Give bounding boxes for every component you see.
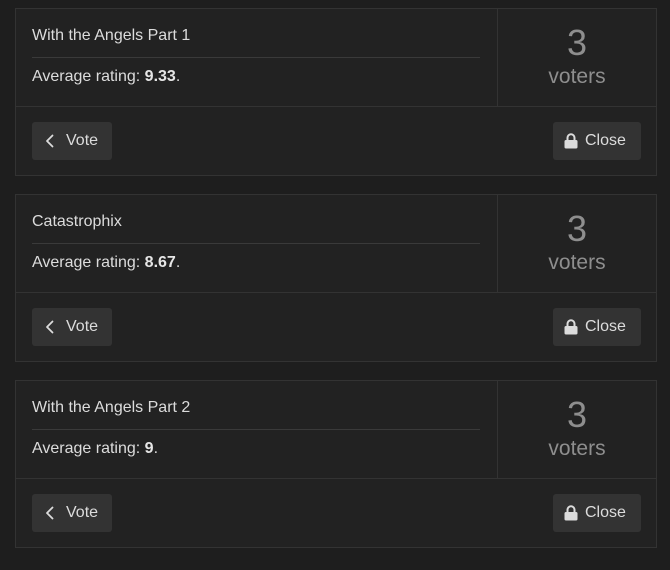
- rating-value: 9.33: [144, 68, 176, 85]
- rating-value: 8.67: [144, 254, 176, 271]
- voter-count-number: 3: [566, 22, 588, 63]
- poll-card: With the Angels Part 1 Average rating: 9…: [15, 8, 657, 176]
- voter-count-number: 3: [566, 208, 588, 249]
- poll-info: With the Angels Part 1 Average rating: 9…: [16, 9, 498, 106]
- poll-title: With the Angels Part 2: [32, 399, 480, 430]
- rating-suffix: .: [153, 440, 159, 457]
- rating-prefix: Average rating:: [32, 440, 145, 457]
- close-button-label: Close: [585, 318, 626, 335]
- poll-card: With the Angels Part 2 Average rating: 9…: [15, 380, 657, 548]
- poll-title: With the Angels Part 1: [32, 27, 480, 58]
- vote-button[interactable]: Vote: [32, 494, 112, 532]
- rating-prefix: Average rating:: [32, 68, 145, 85]
- close-poll-button[interactable]: Close: [553, 122, 641, 160]
- chevron-left-icon: [46, 134, 54, 148]
- poll-rating: Average rating: 8.67.: [32, 254, 180, 272]
- close-button-label: Close: [585, 504, 626, 521]
- voter-count-label: voters: [548, 65, 606, 88]
- voter-count: 3 voters: [498, 195, 656, 292]
- poll-info: With the Angels Part 2 Average rating: 9…: [16, 381, 498, 478]
- close-button-label: Close: [585, 132, 626, 149]
- rating-value: 9: [144, 440, 154, 457]
- chevron-left-icon: [46, 320, 54, 334]
- rating-prefix: Average rating:: [32, 254, 145, 271]
- vote-button-label: Vote: [66, 132, 99, 149]
- poll-header: With the Angels Part 1 Average rating: 9…: [16, 9, 656, 107]
- lock-icon: [564, 319, 578, 335]
- vote-button-label: Vote: [66, 318, 99, 335]
- voter-count: 3 voters: [498, 9, 656, 106]
- vote-button[interactable]: Vote: [32, 122, 112, 160]
- vote-button[interactable]: Vote: [32, 308, 112, 346]
- close-poll-button[interactable]: Close: [553, 308, 641, 346]
- poll-header: With the Angels Part 2 Average rating: 9…: [16, 381, 656, 479]
- chevron-left-icon: [46, 506, 54, 520]
- voter-count-number: 3: [566, 394, 588, 435]
- vote-button-label: Vote: [66, 504, 99, 521]
- rating-suffix: .: [175, 68, 181, 85]
- lock-icon: [564, 133, 578, 149]
- poll-rating: Average rating: 9.33.: [32, 68, 180, 86]
- poll-info: Catastrophix Average rating: 8.67.: [16, 195, 498, 292]
- lock-icon: [564, 505, 578, 521]
- poll-rating: Average rating: 9.: [32, 440, 158, 458]
- voter-count: 3 voters: [498, 381, 656, 478]
- voter-count-label: voters: [548, 251, 606, 274]
- voter-count-label: voters: [548, 437, 606, 460]
- close-poll-button[interactable]: Close: [553, 494, 641, 532]
- rating-suffix: .: [175, 254, 181, 271]
- poll-header: Catastrophix Average rating: 8.67. 3 vot…: [16, 195, 656, 293]
- poll-title: Catastrophix: [32, 213, 480, 244]
- poll-card: Catastrophix Average rating: 8.67. 3 vot…: [15, 194, 657, 362]
